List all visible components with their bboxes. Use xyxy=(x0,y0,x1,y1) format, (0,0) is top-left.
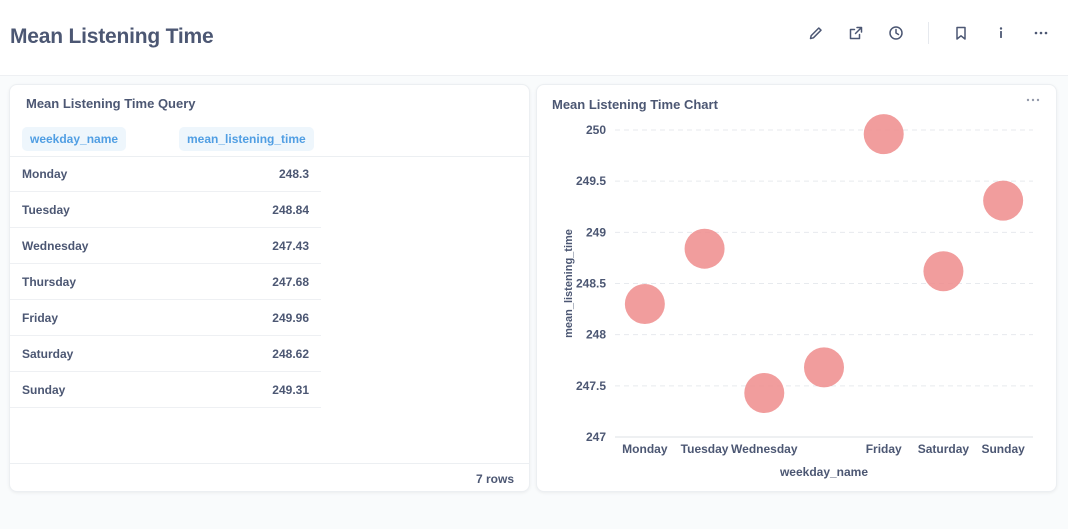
table-row: Friday 249.96 xyxy=(10,300,321,336)
column-header-weekday-name[interactable]: weekday_name xyxy=(22,127,127,151)
y-tick-label: 247 xyxy=(586,430,606,444)
scatter-point xyxy=(744,372,785,413)
y-tick-label: 247.5 xyxy=(576,379,606,393)
table-cell-day: Monday xyxy=(22,167,68,181)
y-axis-label: mean_listening_time xyxy=(563,229,575,338)
dashboard-header: Mean Listening Time xyxy=(0,0,1068,76)
external-link-icon[interactable] xyxy=(844,21,868,45)
y-tick-label: 249.5 xyxy=(576,174,606,188)
more-icon[interactable] xyxy=(1029,21,1053,45)
table-cell-day: Thursday xyxy=(22,275,77,289)
scatter-point xyxy=(684,228,725,269)
table-cell-value: 247.43 xyxy=(272,239,309,253)
clock-icon[interactable] xyxy=(884,21,908,45)
x-tick-label: Friday xyxy=(866,442,902,456)
table-cell-value: 247.68 xyxy=(272,275,309,289)
table-row: Tuesday 248.84 xyxy=(10,192,321,228)
page-title: Mean Listening Time xyxy=(10,25,214,48)
y-tick-label: 248 xyxy=(586,328,606,342)
table-cell-day: Sunday xyxy=(22,383,66,397)
x-tick-label: Sunday xyxy=(981,442,1025,456)
table-row: Wednesday 247.43 xyxy=(10,228,321,264)
query-card: Mean Listening Time Query weekday_name m… xyxy=(9,84,530,492)
table-cell-value: 249.96 xyxy=(272,311,309,325)
table-cell-value: 248.62 xyxy=(272,347,309,361)
scatter-point xyxy=(923,251,964,292)
x-tick-label: Tuesday xyxy=(681,442,729,456)
table-cell-value: 248.3 xyxy=(278,167,309,181)
row-count: 7 rows xyxy=(475,472,514,486)
header-divider xyxy=(928,22,929,44)
table-cell-value: 248.84 xyxy=(272,203,309,217)
table-cell-day: Saturday xyxy=(22,347,74,361)
table-cell-day: Wednesday xyxy=(22,239,89,253)
bookmark-icon[interactable] xyxy=(949,21,973,45)
scatter-chart: 247 247.5 248 248.5 249 249.5 250 Monday Tuesday… xyxy=(563,114,1033,479)
x-tick-label: Monday xyxy=(622,442,668,456)
x-axis-label: weekday_name xyxy=(779,465,868,479)
y-tick-label: 250 xyxy=(586,123,606,137)
table-footer-divider xyxy=(10,463,530,464)
table-row: Sunday 249.31 xyxy=(10,372,321,408)
column-header-mean-listening-time[interactable]: mean_listening_time xyxy=(179,127,314,151)
x-tick-label: Wednesday xyxy=(731,442,798,456)
scatter-point xyxy=(624,283,665,324)
y-tick-label: 249 xyxy=(586,225,606,239)
y-tick-label: 248.5 xyxy=(576,277,606,291)
query-card-title: Mean Listening Time Query xyxy=(26,96,196,111)
chart-card: Mean Listening Time Chart 247 247.5 248 248… xyxy=(536,84,1057,492)
table-cell-day: Tuesday xyxy=(22,203,70,217)
scatter-point xyxy=(804,347,844,388)
scatter-point xyxy=(863,114,904,155)
table-row: Saturday 248.62 xyxy=(10,336,321,372)
table-cell-day: Friday xyxy=(22,311,59,325)
table-cell-value: 249.31 xyxy=(272,383,309,397)
scatter-point xyxy=(983,180,1024,221)
table-row: Monday 248.3 xyxy=(10,156,321,192)
info-icon[interactable] xyxy=(989,21,1013,45)
x-tick-label: Saturday xyxy=(918,442,970,456)
table-row: Thursday 247.68 xyxy=(10,264,321,300)
pencil-icon[interactable] xyxy=(804,21,828,45)
